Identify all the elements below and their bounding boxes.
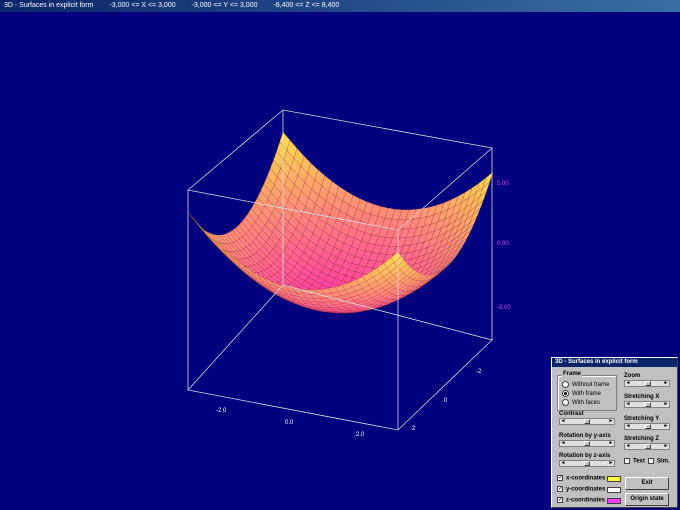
y-tick-label: -2 xyxy=(476,369,482,375)
z-coordinates-checkbox[interactable]: ✓ z-coordinates xyxy=(557,497,605,504)
radio-icon-selected xyxy=(562,390,569,397)
stretch-y-label: Stretching Y xyxy=(624,416,660,422)
z-tick-label: 5.00 xyxy=(497,181,509,187)
slider-thumb[interactable] xyxy=(584,461,590,466)
arrow-left-icon[interactable]: ◄ xyxy=(560,461,566,466)
origin-state-button[interactable]: Origin state xyxy=(625,493,669,506)
arrow-left-icon[interactable]: ◄ xyxy=(560,441,566,446)
contrast-label: Contrast xyxy=(559,411,584,417)
z-color-swatch[interactable] xyxy=(607,498,621,504)
slider-thumb[interactable] xyxy=(584,441,590,446)
radio-label: Without frame xyxy=(572,382,610,389)
arrow-right-icon[interactable]: ► xyxy=(608,419,614,424)
coord-label: y-coordinates xyxy=(566,486,606,493)
arrow-left-icon[interactable]: ◄ xyxy=(625,424,631,429)
check-icon: ✓ xyxy=(557,486,564,492)
arrow-right-icon[interactable]: ► xyxy=(608,441,614,446)
panel-title: 3D - Surfaces in explicit form xyxy=(552,358,677,367)
arrow-left-icon[interactable]: ◄ xyxy=(625,381,631,386)
stretch-y-slider[interactable]: ◄ ► xyxy=(624,423,670,430)
coord-label: z-coordinates xyxy=(566,497,606,504)
stretch-z-label: Stretching Z xyxy=(624,436,660,442)
arrow-right-icon[interactable]: ► xyxy=(608,461,614,466)
z-tick-label: 0.00 xyxy=(497,241,509,247)
coord-label: x-coordinates xyxy=(566,475,606,482)
frame-group-label: Frame xyxy=(562,371,583,377)
x-tick-label: -2.0 xyxy=(216,408,227,414)
z-tick-label: -5.00 xyxy=(497,305,511,311)
arrow-right-icon[interactable]: ► xyxy=(663,444,669,449)
zoom-label: Zoom xyxy=(624,373,641,379)
slider-thumb[interactable] xyxy=(645,402,651,407)
arrow-left-icon[interactable]: ◄ xyxy=(625,402,631,407)
arrow-right-icon[interactable]: ► xyxy=(663,402,669,407)
arrow-left-icon[interactable]: ◄ xyxy=(560,419,566,424)
radio-with-faces[interactable]: With faces xyxy=(562,399,600,406)
rotation-z-label: Rotation by z-axis xyxy=(559,453,611,459)
sim-checkbox[interactable]: Sim. xyxy=(648,458,670,465)
y-axis-ticks: -2 0 2 xyxy=(412,369,482,432)
checkbox-icon xyxy=(624,458,630,464)
control-panel: 3D - Surfaces in explicit form Frame Wit… xyxy=(551,357,678,508)
radio-icon xyxy=(562,381,569,388)
y-range-text: -3,000 <= Y <= 3,000 xyxy=(191,2,258,9)
x-range-text: -3,000 <= X <= 3,000 xyxy=(109,2,176,9)
arrow-right-icon[interactable]: ► xyxy=(663,381,669,386)
check-icon: ✓ xyxy=(557,497,564,503)
exit-button[interactable]: Exit xyxy=(625,477,669,490)
sim-checkbox-label: Sim. xyxy=(657,458,670,465)
x-tick-label: 0.0 xyxy=(285,420,294,426)
stretch-x-slider[interactable]: ◄ ► xyxy=(624,401,670,408)
arrow-left-icon[interactable]: ◄ xyxy=(625,444,631,449)
y-tick-label: 0 xyxy=(444,398,448,404)
rotation-y-slider[interactable]: ◄ ► xyxy=(559,440,615,447)
x-coordinates-checkbox[interactable]: ✓ x-coordinates xyxy=(557,475,605,482)
x-color-swatch[interactable] xyxy=(607,476,621,482)
x-tick-label: 2.0 xyxy=(356,432,365,438)
zoom-slider[interactable]: ◄ ► xyxy=(624,380,670,387)
radio-icon xyxy=(562,399,569,406)
x-axis-ticks: -2.0 0.0 2.0 xyxy=(216,408,365,438)
slider-thumb[interactable] xyxy=(645,381,651,386)
stretch-z-slider[interactable]: ◄ ► xyxy=(624,443,670,450)
slider-thumb[interactable] xyxy=(584,419,590,424)
radio-without-frame[interactable]: Without frame xyxy=(562,381,609,388)
z-range-text: -8,400 <= Z <= 8,400 xyxy=(273,2,340,9)
slider-thumb[interactable] xyxy=(645,444,651,449)
rotation-y-label: Rotation by y-axis xyxy=(559,433,611,439)
text-checkbox-label: Text xyxy=(633,458,645,465)
text-checkbox[interactable]: Text xyxy=(624,458,645,465)
checkbox-icon xyxy=(648,458,654,464)
slider-thumb[interactable] xyxy=(645,424,651,429)
rotation-z-slider[interactable]: ◄ ► xyxy=(559,460,615,467)
frame-group: Frame Without frame With frame With face… xyxy=(557,371,617,411)
y-coordinates-checkbox[interactable]: ✓ y-coordinates xyxy=(557,486,605,493)
radio-label: With faces xyxy=(572,400,601,407)
radio-label: With frame xyxy=(572,391,602,398)
y-tick-label: 2 xyxy=(412,426,416,432)
title-text: 3D - Surfaces in explicit form xyxy=(4,2,94,9)
title-bar: 3D - Surfaces in explicit form -3,000 <=… xyxy=(0,0,680,12)
arrow-right-icon[interactable]: ► xyxy=(663,424,669,429)
z-axis-ticks: 5.00 0.00 -5.00 xyxy=(497,181,511,311)
contrast-slider[interactable]: ◄ ► xyxy=(559,418,615,425)
radio-with-frame[interactable]: With frame xyxy=(562,390,601,397)
y-color-swatch[interactable] xyxy=(607,487,621,493)
check-icon: ✓ xyxy=(557,475,564,481)
stretch-x-label: Stretching X xyxy=(624,394,660,400)
surface-mesh xyxy=(187,131,494,314)
